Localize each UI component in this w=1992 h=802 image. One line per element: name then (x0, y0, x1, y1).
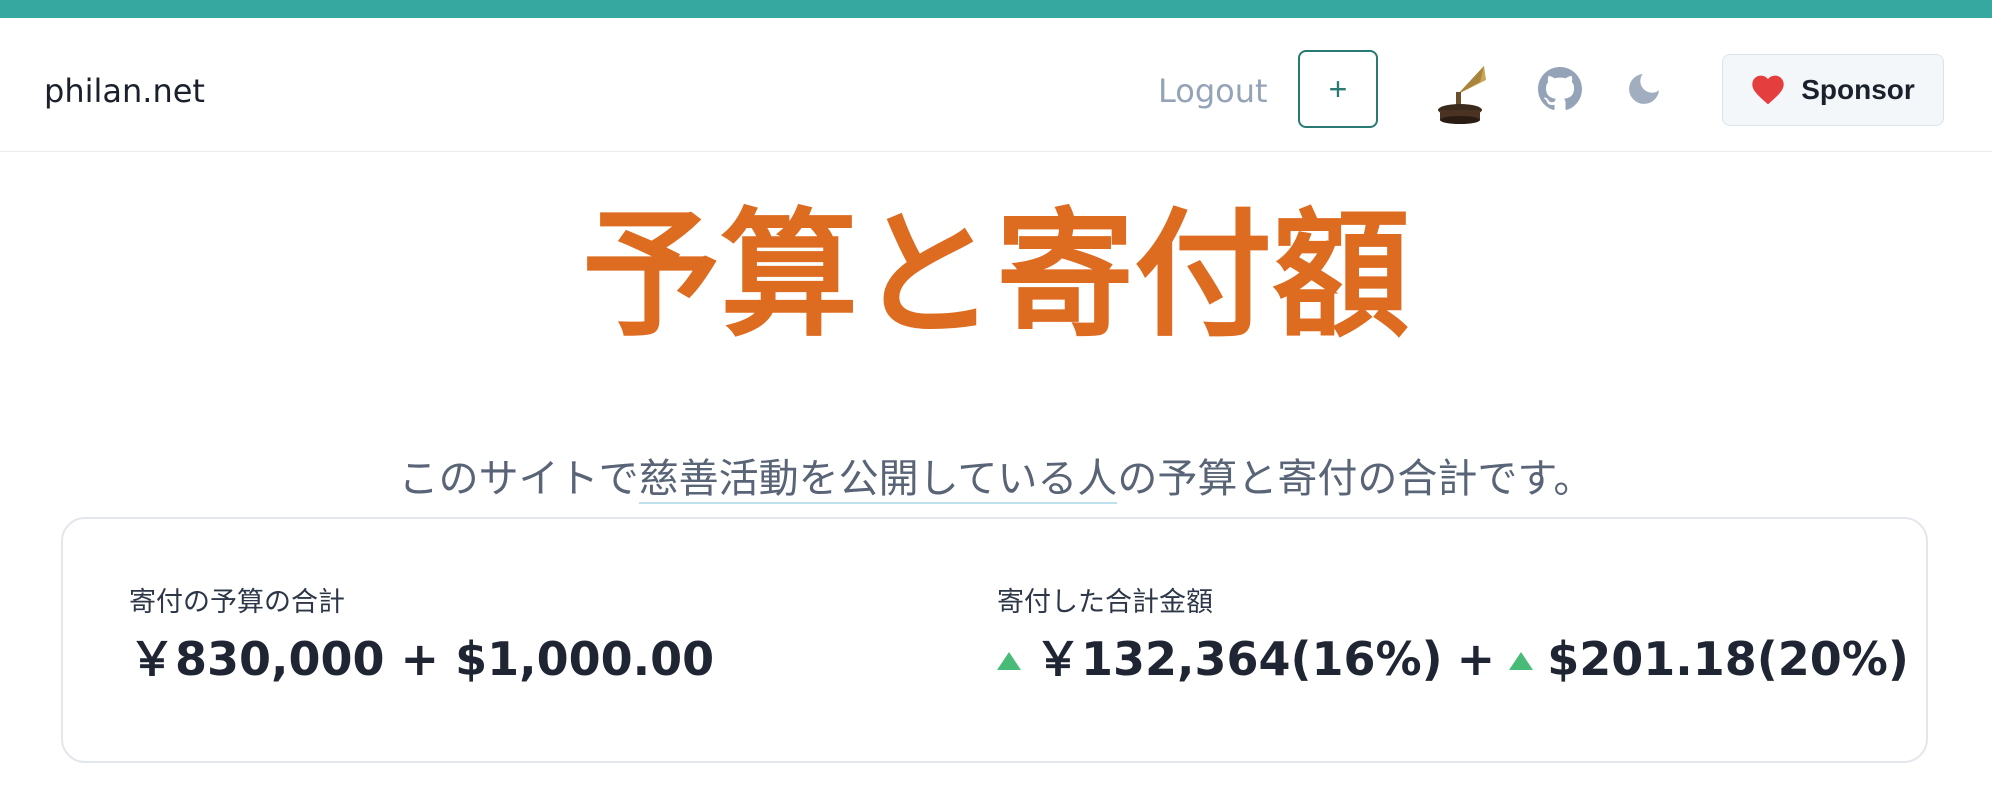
increase-arrow-icon (997, 652, 1021, 671)
page-subtitle: このサイトで慈善活動を公開している人の予算と寄付の合計です。 (0, 453, 1992, 505)
budget-stat-label: 寄付の予算の合計 (129, 587, 345, 618)
donated-usd-value: $201.18(20%) (1547, 632, 1909, 686)
budget-stat-value: ￥830,000 + $1,000.00 (129, 632, 715, 686)
add-button[interactable]: + (1298, 50, 1378, 128)
heart-icon (1752, 75, 1784, 105)
increase-arrow-icon (1509, 652, 1534, 671)
stats-card: 寄付の予算の合計 ￥830,000 + $1,000.00 寄付した合計金額 ￥… (61, 517, 1928, 763)
sponsor-label: Sponsor (1801, 74, 1915, 105)
plus-separator: + (1456, 632, 1496, 686)
donated-stat-value: ￥132,364(16%) + $201.18(20%) (997, 634, 1909, 685)
donated-jpy-value: ￥132,364(16%) (1035, 632, 1443, 686)
logout-link[interactable]: Logout (1158, 72, 1268, 110)
top-accent-bar (0, 0, 1992, 18)
site-header: philan.net Logout + Sponsor (0, 18, 1992, 152)
donated-stat-label: 寄付した合計金額 (997, 587, 1213, 618)
moon-icon[interactable] (1624, 69, 1664, 109)
sponsor-button[interactable]: Sponsor (1722, 54, 1944, 126)
subtitle-text-before: このサイトで (398, 456, 639, 502)
budget-stat: 寄付の予算の合計 ￥830,000 + $1,000.00 (129, 589, 714, 685)
philanthropists-link[interactable]: 慈善活動を公開している人 (638, 456, 1118, 504)
site-name-link[interactable]: philan.net (44, 72, 205, 110)
donated-stat: 寄付した合計金額 ￥132,364(16%) + $201.18(20%) (997, 589, 1909, 685)
page-title: 予算と寄付額 (581, 195, 1410, 356)
github-icon[interactable] (1538, 67, 1582, 111)
gramophone-icon[interactable] (1432, 58, 1488, 124)
subtitle-text-after: の予算と寄付の合計です。 (1117, 456, 1594, 502)
